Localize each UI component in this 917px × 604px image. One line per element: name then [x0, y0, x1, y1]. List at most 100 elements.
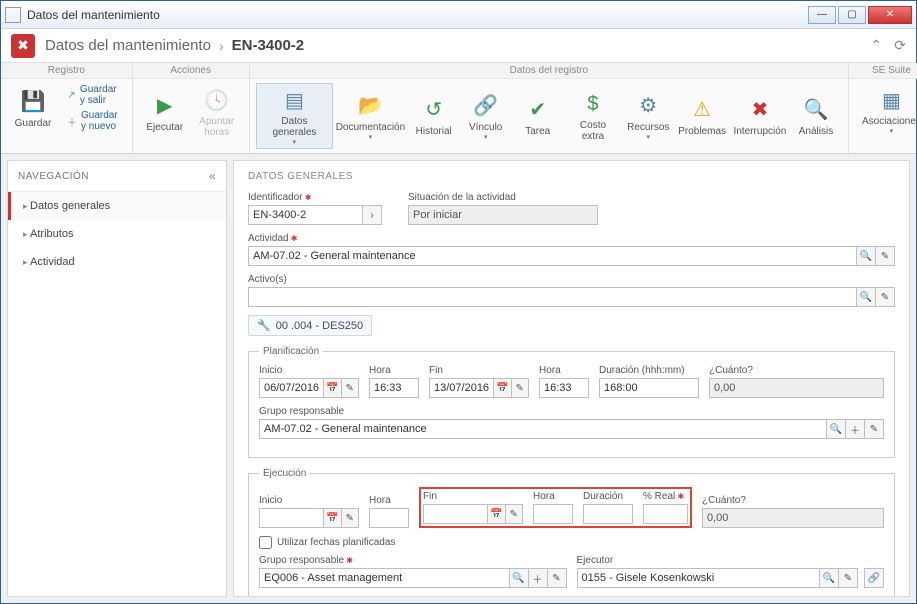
ejec-grupo-input[interactable]	[259, 568, 510, 588]
ejec-pct-input[interactable]	[643, 504, 688, 524]
use-planned-dates-checkbox[interactable]	[259, 536, 272, 549]
task-icon: ✔	[524, 96, 552, 124]
clear-button[interactable]: ✎	[864, 419, 884, 439]
execute-button[interactable]: ▶Ejecutar	[139, 89, 191, 136]
ejec-fin-input[interactable]	[423, 504, 488, 524]
breadcrumb-section[interactable]: Datos del mantenimiento	[45, 37, 211, 54]
ejec-inicio-input[interactable]	[259, 508, 324, 528]
ejec-hora1-input[interactable]	[369, 508, 409, 528]
calendar-icon[interactable]: 📅	[493, 378, 512, 398]
tab-tarea[interactable]: ✔Tarea	[512, 93, 564, 140]
resources-icon: ⚙	[634, 92, 662, 120]
nav-item-actividad[interactable]: Actividad	[8, 248, 226, 276]
ribbon-group-registro: Registro	[1, 63, 132, 79]
refresh-icon[interactable]: ⟳	[894, 37, 906, 54]
ejec-ejecutor-input[interactable]	[577, 568, 821, 588]
nav-item-datos-generales[interactable]: Datos generales	[8, 192, 226, 220]
minimize-button[interactable]: —	[808, 6, 836, 24]
grid-icon: ▦	[877, 86, 905, 114]
chevron-down-icon: ▾	[890, 127, 894, 135]
planif-grupo-input[interactable]	[259, 419, 827, 439]
ribbon-group-sesuite: SE Suite	[849, 63, 917, 79]
planificacion-fieldset: Planificación Inicio 📅✎ Hora Fin 📅✎ Hora…	[248, 346, 895, 458]
planif-hora2-input[interactable]	[539, 378, 589, 398]
maximize-button[interactable]: ▢	[838, 6, 866, 24]
clock-icon: 🕓	[203, 86, 231, 114]
tab-datos-generales[interactable]: ▤Datos generales▾	[256, 83, 333, 149]
collapse-up-icon[interactable]: ⌃	[871, 37, 883, 54]
ejec-dur-input[interactable]	[583, 504, 633, 524]
lookup-button[interactable]: 🔍	[826, 419, 846, 439]
ejec-hora2-input[interactable]	[533, 504, 573, 524]
breadcrumb-id: EN-3400-2	[232, 37, 305, 54]
nav-title: NAVEGACIÓN	[18, 171, 89, 182]
breadcrumb: ✖ Datos del mantenimiento › EN-3400-2 ⌃ …	[1, 29, 916, 63]
link-icon: 🔗	[472, 92, 500, 120]
warning-icon: ⚠	[688, 96, 716, 124]
ribbon-group-datos: Datos del registro	[250, 63, 848, 79]
planif-hora1-input[interactable]	[369, 378, 419, 398]
identificador-label: Identificador	[248, 192, 398, 203]
tab-vinculo[interactable]: 🔗Vínculo▾	[460, 89, 512, 144]
add-button[interactable]: ＋	[845, 419, 865, 439]
window-title: Datos del mantenimiento	[27, 8, 808, 22]
chevron-down-icon: ▾	[293, 138, 297, 146]
activos-input[interactable]	[248, 287, 857, 307]
clear-icon[interactable]: ✎	[505, 504, 524, 524]
exit-icon: ↗	[67, 88, 76, 102]
stop-icon: ✖	[746, 96, 774, 124]
clear-button[interactable]: ✎	[838, 568, 858, 588]
history-icon: ↺	[420, 96, 448, 124]
add-button[interactable]: ＋	[528, 568, 548, 588]
tab-interrupcion[interactable]: ✖Interrupción	[730, 93, 790, 140]
identificador-input[interactable]	[248, 205, 363, 225]
planif-fin-input[interactable]	[429, 378, 494, 398]
calendar-icon[interactable]: 📅	[323, 508, 342, 528]
arrow-right-button[interactable]: ›	[362, 205, 382, 225]
play-icon: ▶	[151, 92, 179, 120]
save-exit-button[interactable]: ↗Guardar y salir	[63, 83, 126, 107]
clear-button[interactable]: ✎	[875, 246, 895, 266]
tab-problemas[interactable]: ⚠Problemas	[674, 93, 730, 140]
calendar-icon[interactable]: 📅	[323, 378, 342, 398]
save-button[interactable]: 💾 Guardar	[7, 85, 59, 132]
lookup-button[interactable]: 🔍	[856, 246, 876, 266]
clear-icon[interactable]: ✎	[511, 378, 530, 398]
situacion-input	[408, 205, 598, 225]
tab-costo[interactable]: $Costo extra	[564, 87, 623, 145]
close-button[interactable]: ✕	[868, 6, 912, 24]
collapse-nav-icon[interactable]: «	[209, 169, 216, 183]
link-button[interactable]: 🔗	[864, 568, 884, 588]
log-hours-button[interactable]: 🕓Apuntar horas	[191, 83, 243, 141]
planif-cuanto-input	[709, 378, 884, 398]
highlighted-region: Fin 📅✎ Hora Duración % Real	[419, 487, 692, 528]
asset-tag[interactable]: 🔧00 .004 - DES250	[248, 315, 372, 336]
app-window: Datos del mantenimiento — ▢ ✕ ✖ Datos de…	[0, 0, 917, 604]
tab-asociaciones[interactable]: ▦Asociaciones▾	[855, 83, 917, 138]
planif-dur-input[interactable]	[599, 378, 699, 398]
tab-documentacion[interactable]: 📂Documentación▾	[333, 89, 408, 144]
chevron-down-icon: ▾	[647, 133, 651, 141]
tab-recursos[interactable]: ⚙Recursos▾	[622, 89, 674, 144]
tab-analisis[interactable]: 🔍Análisis	[790, 93, 842, 140]
clear-icon[interactable]: ✎	[341, 378, 360, 398]
clear-button[interactable]: ✎	[875, 287, 895, 307]
ejecucion-legend: Ejecución	[259, 468, 310, 479]
lookup-button[interactable]: 🔍	[819, 568, 839, 588]
activos-label: Activo(s)	[248, 274, 895, 285]
wrench-icon: 🔧	[257, 319, 271, 332]
save-new-button[interactable]: ＋Guardar y nuevo	[63, 109, 126, 133]
chevron-down-icon: ▾	[484, 133, 488, 141]
calendar-icon[interactable]: 📅	[487, 504, 506, 524]
ejec-cuanto-input	[702, 508, 884, 528]
nav-item-atributos[interactable]: Atributos	[8, 220, 226, 248]
clear-button[interactable]: ✎	[547, 568, 567, 588]
tab-historial[interactable]: ↺Historial	[408, 93, 460, 140]
save-icon: 💾	[19, 88, 47, 116]
planif-inicio-input[interactable]	[259, 378, 324, 398]
chevron-down-icon: ▾	[369, 133, 373, 141]
lookup-button[interactable]: 🔍	[856, 287, 876, 307]
actividad-input[interactable]	[248, 246, 857, 266]
clear-icon[interactable]: ✎	[341, 508, 360, 528]
lookup-button[interactable]: 🔍	[509, 568, 529, 588]
